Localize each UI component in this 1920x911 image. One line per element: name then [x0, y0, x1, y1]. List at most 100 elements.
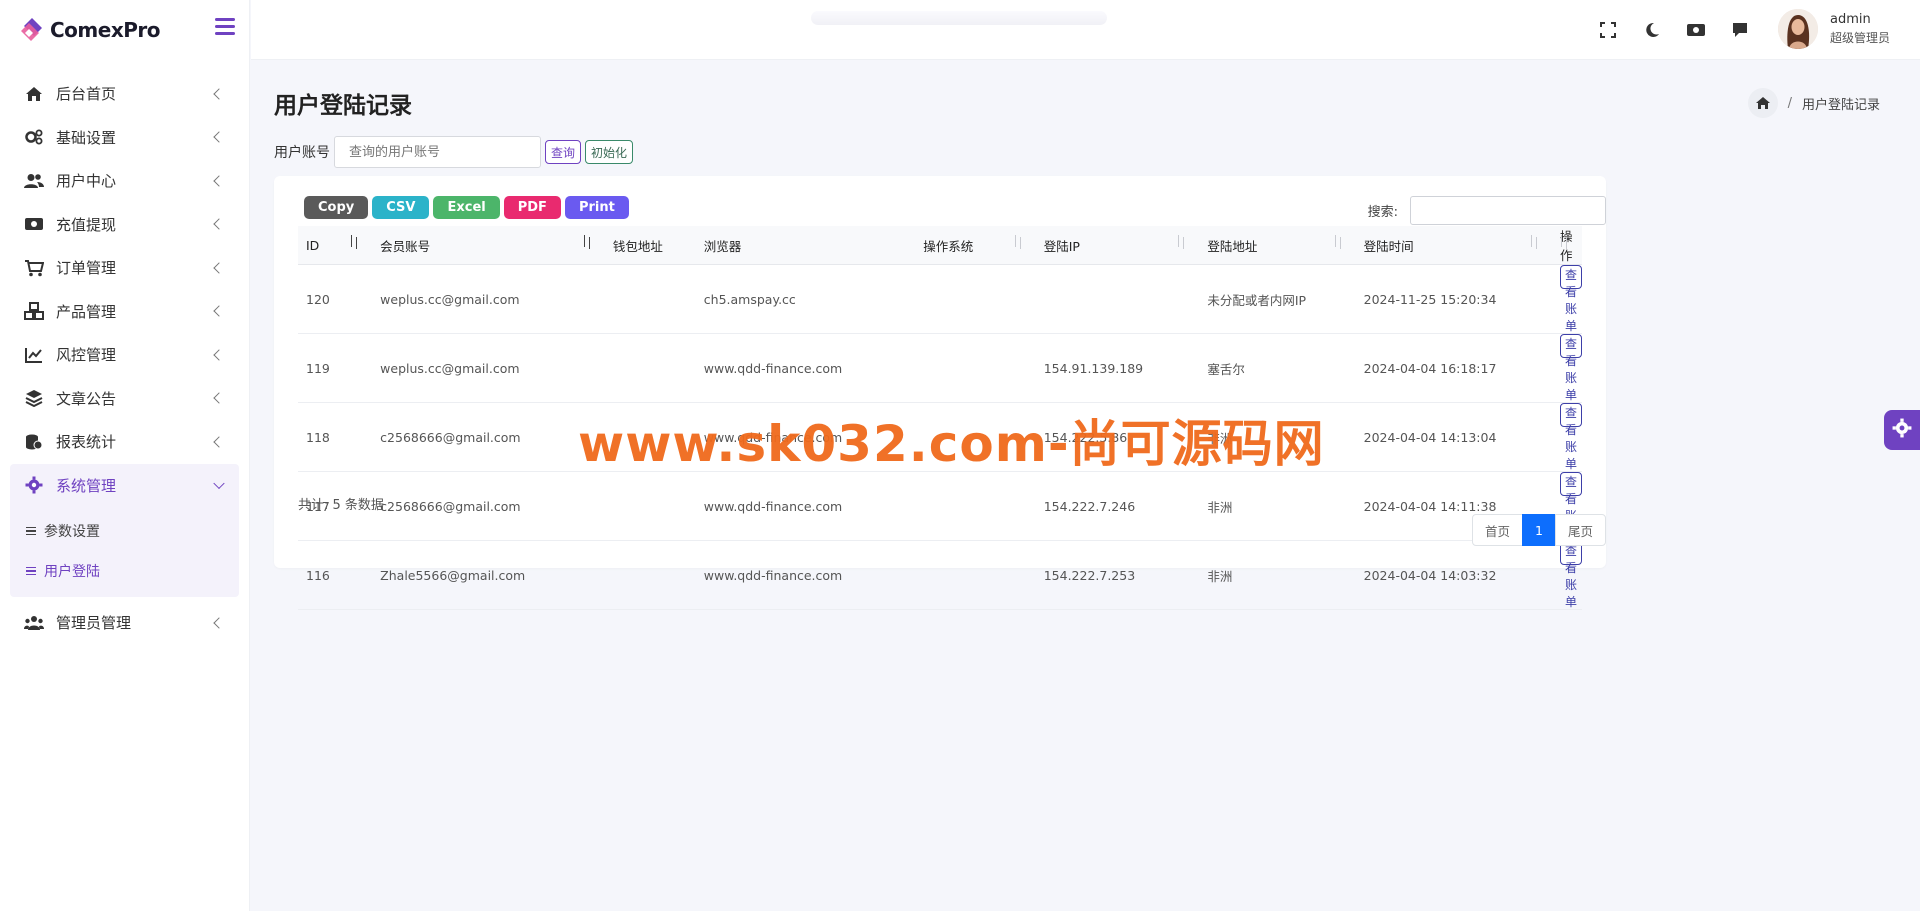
sidebar-item-products[interactable]: 产品管理	[10, 290, 239, 334]
gears-icon	[24, 127, 44, 147]
column-header-location[interactable]: 登陆地址	[1199, 226, 1356, 265]
column-header-time[interactable]: 登陆时间	[1355, 226, 1552, 265]
sidebar-item-label: 充值提现	[56, 215, 117, 234]
sidebar-item-recharge-withdraw[interactable]: 充值提现	[10, 203, 239, 247]
sort-icon	[1177, 235, 1187, 249]
chevron-left-icon	[213, 436, 225, 448]
excel-button[interactable]: Excel	[433, 196, 500, 219]
sidebar-item-label: 报表统计	[56, 433, 117, 452]
table-search-label: 搜索:	[1367, 205, 1398, 220]
cell-wallet	[604, 471, 696, 541]
export-buttons: Copy CSV Excel PDF Print	[304, 196, 629, 219]
cell-account: Zhale5566@gmail.com	[372, 540, 605, 610]
cell-os	[915, 471, 1036, 541]
chevron-left-icon	[213, 305, 225, 317]
breadcrumb-current: 用户登陆记录	[1801, 97, 1880, 113]
sidebar-subitem-label: 参数设置	[44, 524, 100, 540]
cell-id: 119	[298, 333, 373, 403]
print-button[interactable]: Print	[564, 196, 629, 219]
gear-icon	[1892, 418, 1912, 442]
cell-time: 2024-04-04 16:18:17	[1355, 333, 1552, 403]
cell-time: 2024-04-04 14:03:32	[1355, 540, 1552, 610]
account-filter-label: 用户账号	[274, 145, 330, 161]
view-bill-button[interactable]: 查看账单	[1559, 403, 1582, 471]
sort-icon	[1334, 235, 1344, 249]
cell-location: 塞舌尔	[1199, 333, 1356, 403]
user-name: admin	[1829, 12, 1871, 27]
chart-line-icon	[24, 345, 44, 365]
sidebar-item-user-center[interactable]: 用户中心	[10, 159, 239, 203]
cell-ip: 154.222.7.253	[1035, 540, 1200, 610]
message-icon[interactable]	[1730, 20, 1750, 40]
cart-icon	[24, 258, 44, 278]
cell-action: 查看账单	[1551, 402, 1582, 472]
settings-float-button[interactable]	[1884, 410, 1920, 450]
sidebar-subitem-parameters[interactable]: 参数设置	[10, 511, 239, 551]
cell-account: c2568666@gmail.com	[372, 471, 605, 541]
cell-location: 未分配或者内网IP	[1199, 264, 1356, 334]
column-header-os[interactable]: 操作系统	[915, 226, 1036, 265]
column-header-ip[interactable]: 登陆IP	[1035, 226, 1200, 265]
logo-icon	[18, 16, 46, 44]
sort-icon	[1560, 235, 1570, 249]
view-bill-button[interactable]: 查看账单	[1559, 472, 1582, 540]
dark-mode-moon-icon[interactable]	[1642, 20, 1662, 40]
cell-os	[915, 333, 1036, 403]
chevron-down-icon	[213, 477, 225, 490]
pagination-last[interactable]: 尾页	[1554, 514, 1606, 546]
sidebar-item-basic-settings[interactable]: 基础设置	[10, 116, 239, 160]
cell-id: 118	[298, 402, 373, 472]
cell-location: 非洲	[1199, 540, 1356, 610]
sort-icon	[1530, 235, 1540, 249]
table-search: 搜索:	[1368, 196, 1606, 225]
csv-button[interactable]: CSV	[372, 196, 430, 219]
user-group-icon	[24, 613, 44, 633]
sidebar-item-admins[interactable]: 管理员管理	[10, 601, 239, 645]
query-button[interactable]: 查询	[545, 140, 582, 164]
watermark: www.sk032.com-尚可源码网	[578, 415, 1325, 473]
breadcrumb-separator: /	[1787, 95, 1792, 111]
fullscreen-icon[interactable]	[1598, 20, 1618, 40]
table-search-input[interactable]	[1410, 196, 1606, 225]
sort-icon	[350, 235, 360, 249]
sidebar-item-system[interactable]: 系统管理	[10, 463, 239, 507]
user-menu[interactable]: admin 超级管理员	[1777, 9, 1890, 49]
sidebar-item-orders[interactable]: 订单管理	[10, 246, 239, 290]
coins-icon	[24, 432, 44, 452]
sidebar-subitem-user-login[interactable]: 用户登陆	[10, 551, 239, 591]
pagination: 首页 1 尾页	[1472, 514, 1606, 546]
view-bill-button[interactable]: 查看账单	[1559, 265, 1582, 333]
sidebar-item-dashboard[interactable]: 后台首页	[10, 72, 239, 116]
list-icon	[26, 566, 36, 576]
view-bill-button[interactable]: 查看账单	[1559, 334, 1582, 402]
pagination-first[interactable]: 首页	[1472, 514, 1524, 546]
sidebar-item-articles[interactable]: 文章公告	[10, 377, 239, 421]
top-search-bar[interactable]	[811, 11, 1107, 25]
sidebar-item-risk-control[interactable]: 风控管理	[10, 333, 239, 377]
column-header-action[interactable]: 操作	[1551, 226, 1582, 265]
brand-name: ComexPro	[50, 18, 160, 42]
money-icon[interactable]	[1686, 20, 1706, 40]
account-search-input[interactable]	[334, 136, 541, 168]
cell-action: 查看账单	[1551, 333, 1582, 403]
menu-toggle-icon[interactable]	[215, 18, 235, 38]
copy-button[interactable]: Copy	[304, 196, 369, 219]
column-header-account[interactable]: 会员账号	[372, 226, 605, 265]
table-row: 119 weplus.cc@gmail.com www.qdd-finance.…	[298, 333, 1582, 403]
column-header-browser: 浏览器	[695, 226, 916, 265]
sidebar-item-label: 文章公告	[56, 389, 117, 408]
pagination-current-page[interactable]: 1	[1522, 514, 1556, 546]
cell-time: 2024-11-25 15:20:34	[1355, 264, 1552, 334]
cell-os	[915, 540, 1036, 610]
chevron-left-icon	[213, 88, 225, 100]
sidebar-item-label: 后台首页	[56, 85, 117, 104]
pdf-button[interactable]: PDF	[503, 196, 561, 219]
breadcrumb-home-icon[interactable]	[1747, 88, 1778, 118]
column-header-id[interactable]: ID	[298, 226, 373, 265]
money-icon	[24, 214, 44, 234]
cell-account: c2568666@gmail.com	[372, 402, 605, 472]
sidebar-item-reports[interactable]: 报表统计	[10, 420, 239, 464]
sidebar-menu: 后台首页 基础设置 用户中心 充值提现 订单管理 产品管理 风控管理 文章公告 …	[0, 72, 249, 645]
gear-icon	[24, 475, 44, 495]
reset-button[interactable]: 初始化	[585, 140, 634, 164]
